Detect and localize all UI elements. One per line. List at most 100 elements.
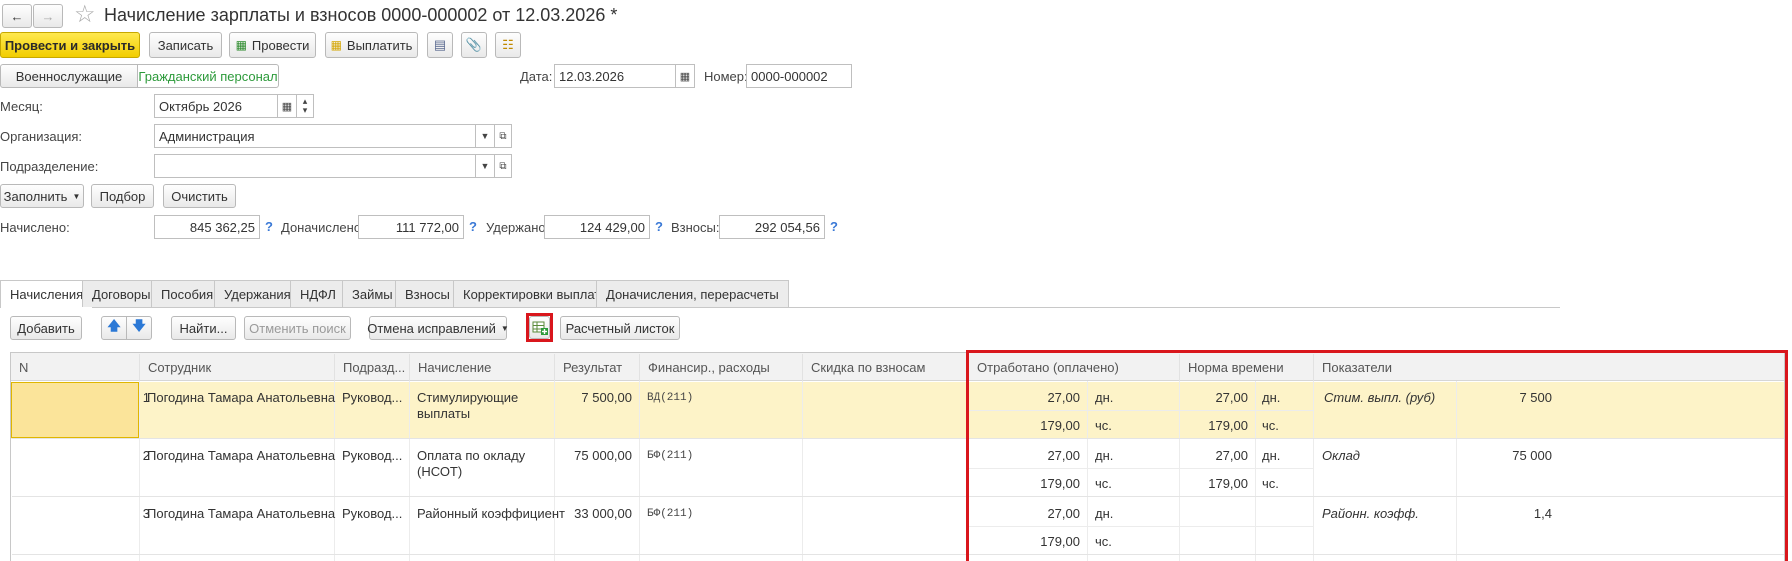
cancel-corrections-button[interactable]: Отмена исправлений ▼	[367, 316, 509, 340]
post-and-close-button[interactable]: Провести и закрыть	[0, 32, 140, 58]
tabs-baseline	[0, 307, 1560, 308]
arrow-down-icon: 🡇	[132, 318, 146, 333]
cancel-corrections-label: Отмена исправлений	[367, 320, 496, 336]
row3-n: 3	[142, 506, 150, 521]
row2-accrual-line1: Оплата по окладу	[417, 448, 526, 463]
number-field[interactable]: 0000-000002	[746, 64, 852, 88]
military-toggle[interactable]: Военнослужащие	[0, 64, 138, 88]
col-department[interactable]: Подразд...	[335, 354, 410, 381]
row1-accrual-line2: выплаты	[417, 406, 471, 421]
accrued-label: Начислено:	[0, 220, 70, 235]
find-button[interactable]: Найти...	[171, 316, 236, 340]
row3-result: 33 000,00	[574, 506, 632, 521]
row1-employee: Погодина Тамара Анатольевна	[147, 390, 336, 405]
back-button[interactable]: ←	[2, 4, 32, 28]
move-down-button[interactable]: 🡇	[126, 316, 152, 340]
fill-button[interactable]: Заполнить ▼	[0, 184, 84, 208]
document-history-icon: ☷	[502, 37, 514, 52]
additional-label: Доначислено:	[281, 220, 365, 235]
clear-button[interactable]: Очистить	[163, 184, 236, 208]
highlight-box-columns	[966, 350, 1788, 561]
organization-field[interactable]: Администрация	[154, 124, 476, 148]
save-button[interactable]: Записать	[149, 32, 222, 58]
date-field[interactable]: 12.03.2026	[554, 64, 676, 88]
row2-employee: Погодина Тамара Анатольевна	[147, 448, 336, 463]
col-financing[interactable]: Финансир., расходы	[640, 354, 803, 381]
month-calendar-button[interactable]: ▦	[277, 94, 297, 118]
month-stepper[interactable]: ▴ ▾	[296, 94, 314, 118]
tab-accruals[interactable]: Начисления	[0, 280, 94, 308]
attach-button[interactable]: 📎	[461, 32, 487, 58]
withheld-help-link[interactable]: ?	[655, 219, 663, 234]
contributions-help-link[interactable]: ?	[830, 219, 838, 234]
row1-accrual-line1: Стимулирующие	[417, 390, 519, 405]
tab-contributions[interactable]: Взносы	[395, 280, 460, 307]
civil-toggle[interactable]: Гражданский персонал	[137, 64, 279, 88]
calendar-icon: ▦	[281, 100, 293, 113]
col-n[interactable]: N	[11, 354, 140, 381]
cancel-search-button[interactable]: Отменить поиск	[244, 316, 351, 340]
tab-contracts[interactable]: Договоры	[82, 280, 161, 307]
calendar-icon: ▦	[679, 70, 691, 83]
department-dropdown-button[interactable]: ▼	[475, 154, 495, 178]
pay-label: Выплатить	[346, 37, 413, 53]
col-employee[interactable]: Сотрудник	[140, 354, 335, 381]
row2-n: 2	[142, 448, 150, 463]
tab-loans[interactable]: Займы	[342, 280, 403, 307]
chevron-down-icon: ▼	[480, 131, 490, 141]
row2-result: 75 000,00	[574, 448, 632, 463]
open-window-icon: ⧉	[499, 160, 507, 172]
forward-button[interactable]: →	[33, 4, 63, 28]
tab-payment-corrections[interactable]: Корректировки выплаты	[453, 280, 620, 307]
arrow-right-icon: →	[41, 8, 55, 24]
col-result[interactable]: Результат	[555, 354, 640, 381]
report-icon: ▤	[433, 37, 447, 52]
date-label: Дата:	[520, 69, 553, 84]
row3-accrual-line1: Районный коэффициент	[417, 506, 565, 521]
calendar-button[interactable]: ▦	[675, 64, 695, 88]
tab-recalculations[interactable]: Доначисления, перерасчеты	[596, 280, 789, 307]
chevron-down-icon: ▼	[480, 161, 490, 171]
add-row-button[interactable]: Добавить	[10, 316, 82, 340]
move-up-button[interactable]: 🡅	[101, 316, 127, 340]
tab-benefits[interactable]: Пособия	[151, 280, 224, 307]
department-open-button[interactable]: ⧉	[494, 154, 512, 178]
payslip-button[interactable]: Расчетный листок	[560, 316, 680, 340]
department-field[interactable]	[154, 154, 476, 178]
number-label: Номер:	[704, 69, 748, 84]
report-button[interactable]: ▤	[427, 32, 453, 58]
chevron-down-icon: ▼	[72, 191, 81, 201]
row1-n: 1	[142, 390, 150, 405]
organization-open-button[interactable]: ⧉	[494, 124, 512, 148]
tab-deductions[interactable]: Удержания	[214, 280, 301, 307]
withheld-label: Удержано:	[486, 220, 550, 235]
pay-button[interactable]: ▦ Выплатить	[325, 32, 418, 58]
pay-doc-icon: ▦	[330, 38, 342, 52]
page-title: Начисление зарплаты и взносов 0000-00000…	[104, 5, 618, 25]
paperclip-icon: 📎	[465, 37, 483, 52]
additional-help-link[interactable]: ?	[469, 219, 477, 234]
month-field[interactable]: Октябрь 2026	[154, 94, 278, 118]
post-button[interactable]: ▦ Провести	[229, 32, 316, 58]
post-label: Провести	[251, 37, 310, 53]
favorite-star-icon[interactable]: ☆	[74, 2, 96, 28]
organization-dropdown-button[interactable]: ▼	[475, 124, 495, 148]
col-contribution-discount[interactable]: Скидка по взносам	[803, 354, 969, 381]
department-label: Подразделение:	[0, 159, 99, 174]
organization-label: Организация:	[0, 129, 83, 144]
history-button[interactable]: ☷	[495, 32, 521, 58]
tab-ndfl[interactable]: НДФЛ	[290, 280, 346, 307]
col-accrual[interactable]: Начисление	[410, 354, 555, 381]
open-window-icon: ⧉	[499, 130, 507, 142]
accrued-help-link[interactable]: ?	[265, 219, 273, 234]
contributions-value: 292 054,56	[719, 215, 825, 239]
row2-department: Руковод...	[342, 448, 403, 463]
accrued-value: 845 362,25	[154, 215, 260, 239]
add-indicators-button[interactable]	[529, 316, 550, 339]
row1-result: 7 500,00	[581, 390, 632, 405]
row2-financing: БФ(211)	[647, 450, 694, 462]
select-button[interactable]: Подбор	[91, 184, 154, 208]
fill-label: Заполнить	[3, 188, 68, 204]
arrow-left-icon: ←	[10, 8, 24, 24]
chevron-down-icon: ▼	[500, 323, 509, 333]
